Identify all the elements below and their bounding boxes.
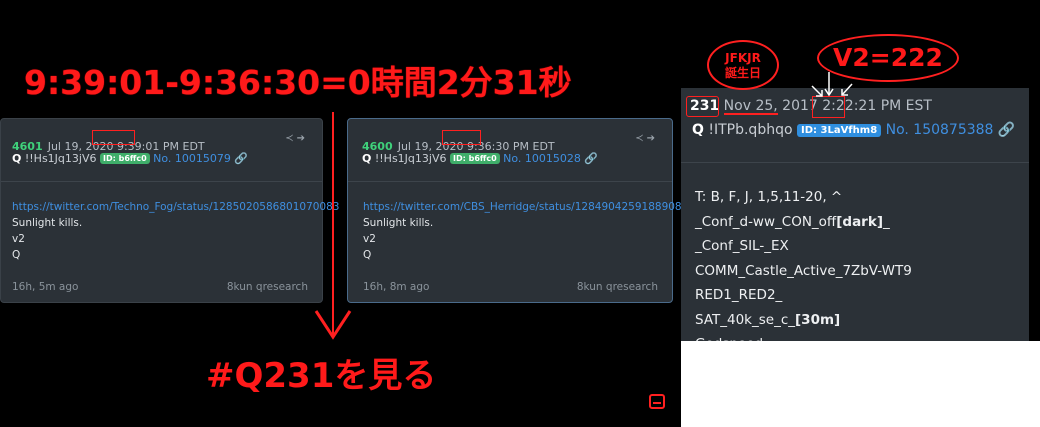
post-line: _Conf_SIL-_EX [695, 238, 789, 254]
date-underline [724, 113, 778, 115]
post-line: Q [363, 249, 372, 261]
post-footer: 16h, 8m ago 8kun qresearch [363, 281, 658, 293]
post-date: Nov 25, 2017 [719, 98, 823, 114]
post-age: 16h, 5m ago [12, 281, 79, 293]
post-line: _Conf_d-ww_CON_off[dark]_ [695, 213, 890, 230]
tweet-link[interactable]: https://twitter.com/Techno_Fog/status/12… [12, 199, 339, 215]
post-author: Q [12, 152, 22, 165]
post-author: Q [692, 122, 704, 138]
headline-annotation: 9:39:01-9:36:30=0時間2分31秒 [24, 63, 572, 102]
subheadline-annotation: #Q231を見る [206, 356, 437, 396]
post-line: Q [12, 249, 21, 261]
post-line: COMM_Castle_Active_7ZbV-WT9 [695, 262, 912, 279]
post-no-link[interactable]: No. 150875388 [886, 122, 994, 138]
post-card-4601: 4601 Jul 19, 2020 9:39:01 PM EDT Q !!Hs1… [0, 118, 339, 303]
birthday-bubble: JFKJR 誕生日 [707, 40, 779, 90]
post-header: 4601 Jul 19, 2020 9:39:01 PM EDT Q !!Hs1… [1, 119, 322, 182]
pointer-arrows [811, 72, 853, 97]
post-card-231: 231 Nov 25, 2017 2:22:21 PM EST Q !ITPb.… [681, 88, 1029, 341]
down-arrow-icon [314, 310, 352, 340]
divider [681, 162, 1029, 163]
post-header-icons: ≺➔ [635, 133, 658, 144]
post-header: 4600 Jul 19, 2020 9:36:30 PM EDT Q !!Hs1… [348, 119, 672, 182]
post-line: v2 [12, 233, 25, 245]
post-body: https://twitter.com/CBS_Herridge/status/… [363, 199, 702, 263]
post-header-icons: ≺➔ [285, 133, 308, 144]
number-highlight-box [686, 96, 719, 117]
window-icon[interactable] [649, 394, 665, 409]
link-icon[interactable]: 🔗 [998, 122, 1015, 138]
post-line: RED1_RED2_ [695, 287, 783, 303]
post-footer: 16h, 5m ago 8kun qresearch [12, 281, 308, 293]
link-icon[interactable]: 🔗 [234, 152, 248, 165]
time-highlight-box [442, 130, 481, 145]
post-board[interactable]: 8kun qresearch [227, 281, 308, 293]
share-icon[interactable]: ≺ [285, 133, 296, 144]
post-line: SAT_40k_se_c_[30m] [695, 311, 841, 328]
annotation-divider-line [332, 112, 334, 337]
post-card-4600: 4600 Jul 19, 2020 9:36:30 PM EDT Q !!Hs1… [347, 118, 702, 303]
time-highlight-box [92, 130, 135, 145]
post-no-link[interactable]: No. 10015079 [153, 152, 231, 165]
post-id-badge[interactable]: ID: 3LaVfhm8 [796, 124, 882, 137]
post-line: v2 [363, 233, 376, 245]
post-body: T: B, F, J, 1,5,11-20, ^ _Conf_d-ww_CON_… [695, 185, 912, 341]
post-author: Q [362, 152, 372, 165]
arrow-right-icon[interactable]: ➔ [647, 133, 658, 144]
white-backdrop [681, 341, 1040, 427]
post-id-badge[interactable]: ID: b6ffc0 [99, 153, 150, 164]
arrow-right-icon[interactable]: ➔ [297, 133, 308, 144]
post-body: https://twitter.com/Techno_Fog/status/12… [12, 199, 339, 263]
post-no-link[interactable]: No. 10015028 [503, 152, 581, 165]
share-icon[interactable]: ≺ [635, 133, 646, 144]
link-icon[interactable]: 🔗 [584, 152, 598, 165]
post-age: 16h, 8m ago [363, 281, 430, 293]
post-line: Sunlight kills. [363, 217, 434, 229]
post-line: Godspeed [695, 332, 912, 341]
post-board[interactable]: 8kun qresearch [577, 281, 658, 293]
post-line: Sunlight kills. [12, 217, 83, 229]
post-tripcode: !!Hs1Jq13jV6 [24, 152, 97, 165]
post-id-badge[interactable]: ID: b6ffc0 [449, 153, 500, 164]
post-tripcode: !!Hs1Jq13jV6 [374, 152, 447, 165]
post-line: T: B, F, J, 1,5,11-20, ^ [695, 189, 843, 205]
tweet-link[interactable]: https://twitter.com/CBS_Herridge/status/… [363, 199, 702, 215]
post-tripcode: !ITPb.qbhqo [708, 122, 793, 138]
